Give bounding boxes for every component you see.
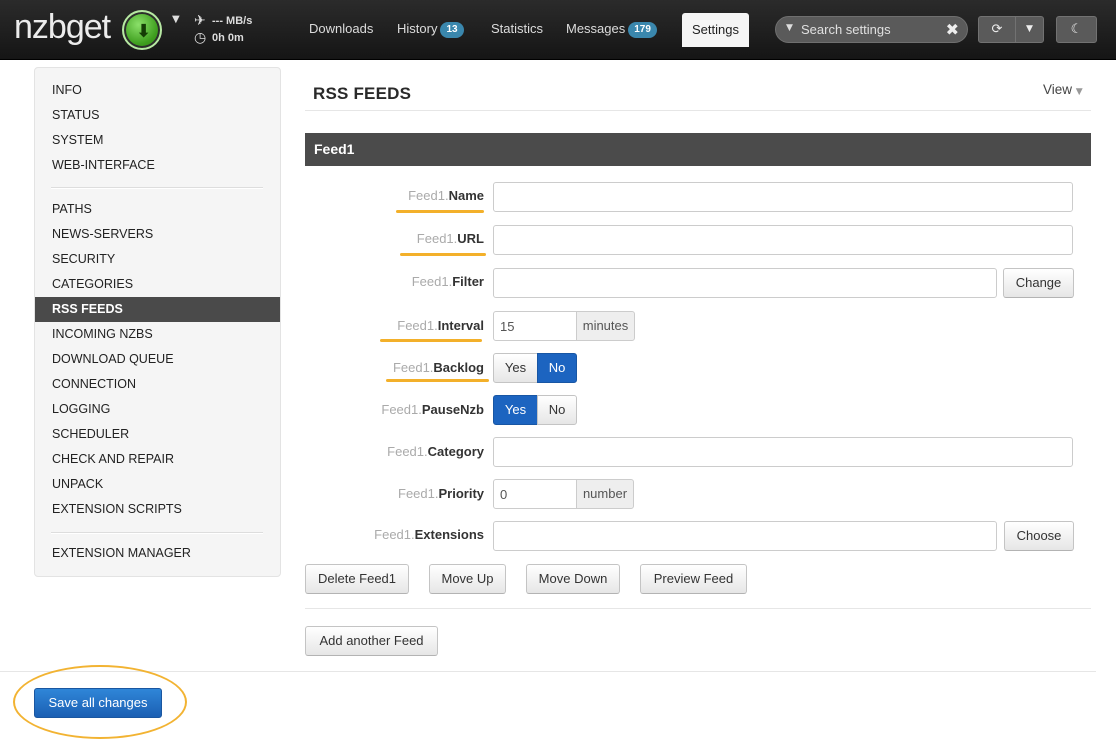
- feed-section-header: Feed1: [305, 133, 1091, 166]
- sidebar-divider: [51, 187, 263, 189]
- download-speed: --- MB/s: [212, 15, 253, 27]
- field-label-name: Feed1.Name: [408, 188, 484, 203]
- sidebar-item-unpack[interactable]: UNPACK: [35, 472, 280, 497]
- field-label-extensions: Feed1.Extensions: [374, 527, 484, 542]
- search-menu-caret-icon[interactable]: ▼: [786, 23, 793, 33]
- caret-down-icon: ▼: [1026, 24, 1033, 34]
- top-navbar: nzbget ⬇ ▼ ✈ --- MB/s ◷ 0h 0m Downloads Hi…: [0, 0, 1116, 60]
- refresh-icon: ⟳: [991, 22, 1003, 37]
- page-title: RSS FEEDS: [313, 84, 412, 103]
- field-label-interval: Feed1.Interval: [397, 318, 484, 333]
- pausenzb-yes-toggle[interactable]: Yes: [493, 395, 538, 425]
- sidebar-item-rss-feeds[interactable]: RSS FEEDS: [35, 297, 280, 322]
- sidebar-item-system[interactable]: SYSTEM: [35, 128, 280, 153]
- sidebar-item-security[interactable]: SECURITY: [35, 247, 280, 272]
- download-logo-button[interactable]: ⬇: [122, 10, 162, 50]
- choose-extensions-button[interactable]: Choose: [1004, 521, 1074, 551]
- clock-icon: ◷: [194, 30, 207, 46]
- feed-filter-input[interactable]: [493, 268, 997, 298]
- field-label-priority: Feed1.Priority: [398, 486, 484, 501]
- field-label-backlog: Feed1.Backlog: [392, 360, 484, 375]
- section-divider: [305, 608, 1091, 609]
- interval-unit-addon: minutes: [576, 311, 635, 341]
- tab-settings[interactable]: Settings: [682, 13, 749, 47]
- priority-unit-addon: number: [576, 479, 634, 509]
- move-up-button[interactable]: Move Up: [429, 564, 506, 594]
- backlog-yes-toggle[interactable]: Yes: [493, 353, 538, 383]
- field-label-url: Feed1.URL: [416, 231, 484, 246]
- caret-down-icon: ▼: [1075, 87, 1083, 97]
- sidebar-item-categories[interactable]: CATEGORIES: [35, 272, 280, 297]
- field-label-category: Feed1.Category: [387, 444, 484, 459]
- backlog-no-toggle[interactable]: No: [537, 353, 577, 383]
- sidebar-item-info[interactable]: INFO: [35, 78, 280, 103]
- title-divider: [305, 110, 1091, 111]
- sidebar-item-logging[interactable]: LOGGING: [35, 397, 280, 422]
- change-filter-button[interactable]: Change: [1003, 268, 1074, 298]
- sidebar-item-paths[interactable]: PATHS: [35, 197, 280, 222]
- plane-icon: ✈: [194, 13, 206, 29]
- view-menu-link[interactable]: View ▼: [1043, 82, 1083, 97]
- field-label-filter: Feed1.Filter: [411, 274, 484, 289]
- tab-statistics[interactable]: Statistics: [491, 0, 543, 58]
- pausenzb-no-toggle[interactable]: No: [537, 395, 577, 425]
- remaining-time: 0h 0m: [212, 32, 244, 44]
- sidebar-item-scheduler[interactable]: SCHEDULER: [35, 422, 280, 447]
- feed-priority-input[interactable]: [493, 479, 577, 509]
- delete-feed-button[interactable]: Delete Feed1: [305, 564, 409, 594]
- tab-messages[interactable]: Messages 179: [566, 0, 657, 58]
- field-label-pausenzb: Feed1.PauseNzb: [381, 402, 484, 417]
- history-count-badge: 13: [440, 22, 464, 38]
- refresh-button[interactable]: ⟳: [978, 16, 1016, 43]
- highlight-underline: [400, 253, 486, 256]
- sidebar-item-web-interface[interactable]: WEB-INTERFACE: [35, 153, 280, 178]
- sidebar-item-extension-scripts[interactable]: EXTENSION SCRIPTS: [35, 497, 280, 522]
- highlight-underline: [386, 379, 489, 382]
- clear-search-icon[interactable]: ✖: [946, 20, 959, 39]
- feed-interval-input[interactable]: [493, 311, 577, 341]
- brand-logo-text: nzbget: [14, 8, 111, 46]
- move-down-button[interactable]: Move Down: [526, 564, 620, 594]
- footer-divider: [0, 671, 1096, 672]
- sidebar-divider: [51, 532, 263, 534]
- moon-icon: ☾: [1070, 22, 1083, 37]
- tab-history[interactable]: History 13: [397, 0, 464, 58]
- sidebar-item-incoming-nzbs[interactable]: INCOMING NZBS: [35, 322, 280, 347]
- search-settings-box: ▼ ✖: [775, 16, 968, 43]
- highlight-underline: [380, 339, 482, 342]
- feed-name-input[interactable]: [493, 182, 1073, 212]
- add-feed-button[interactable]: Add another Feed: [305, 626, 438, 656]
- highlight-circle: [13, 665, 187, 739]
- sidebar-item-check-and-repair[interactable]: CHECK AND REPAIR: [35, 447, 280, 472]
- caret-down-icon[interactable]: ▼: [172, 14, 180, 25]
- feed-url-input[interactable]: [493, 225, 1073, 255]
- settings-sidebar: INFO STATUS SYSTEM WEB-INTERFACE PATHS N…: [34, 67, 281, 577]
- sidebar-item-connection[interactable]: CONNECTION: [35, 372, 280, 397]
- download-icon: ⬇: [136, 21, 152, 42]
- sidebar-item-download-queue[interactable]: DOWNLOAD QUEUE: [35, 347, 280, 372]
- preview-feed-button[interactable]: Preview Feed: [640, 564, 747, 594]
- sidebar-item-status[interactable]: STATUS: [35, 103, 280, 128]
- feed-category-input[interactable]: [493, 437, 1073, 467]
- feed-extensions-input[interactable]: [493, 521, 997, 551]
- pause-button[interactable]: ☾: [1056, 16, 1097, 43]
- sidebar-item-news-servers[interactable]: NEWS-SERVERS: [35, 222, 280, 247]
- sidebar-item-extension-manager[interactable]: EXTENSION MANAGER: [35, 541, 280, 566]
- search-settings-input[interactable]: [801, 22, 936, 37]
- refresh-options-button[interactable]: ▼: [1015, 16, 1044, 43]
- tab-downloads[interactable]: Downloads: [309, 0, 373, 58]
- highlight-underline: [396, 210, 484, 213]
- speed-indicator[interactable]: ✈ --- MB/s ◷ 0h 0m: [194, 13, 252, 47]
- messages-count-badge: 179: [628, 22, 657, 38]
